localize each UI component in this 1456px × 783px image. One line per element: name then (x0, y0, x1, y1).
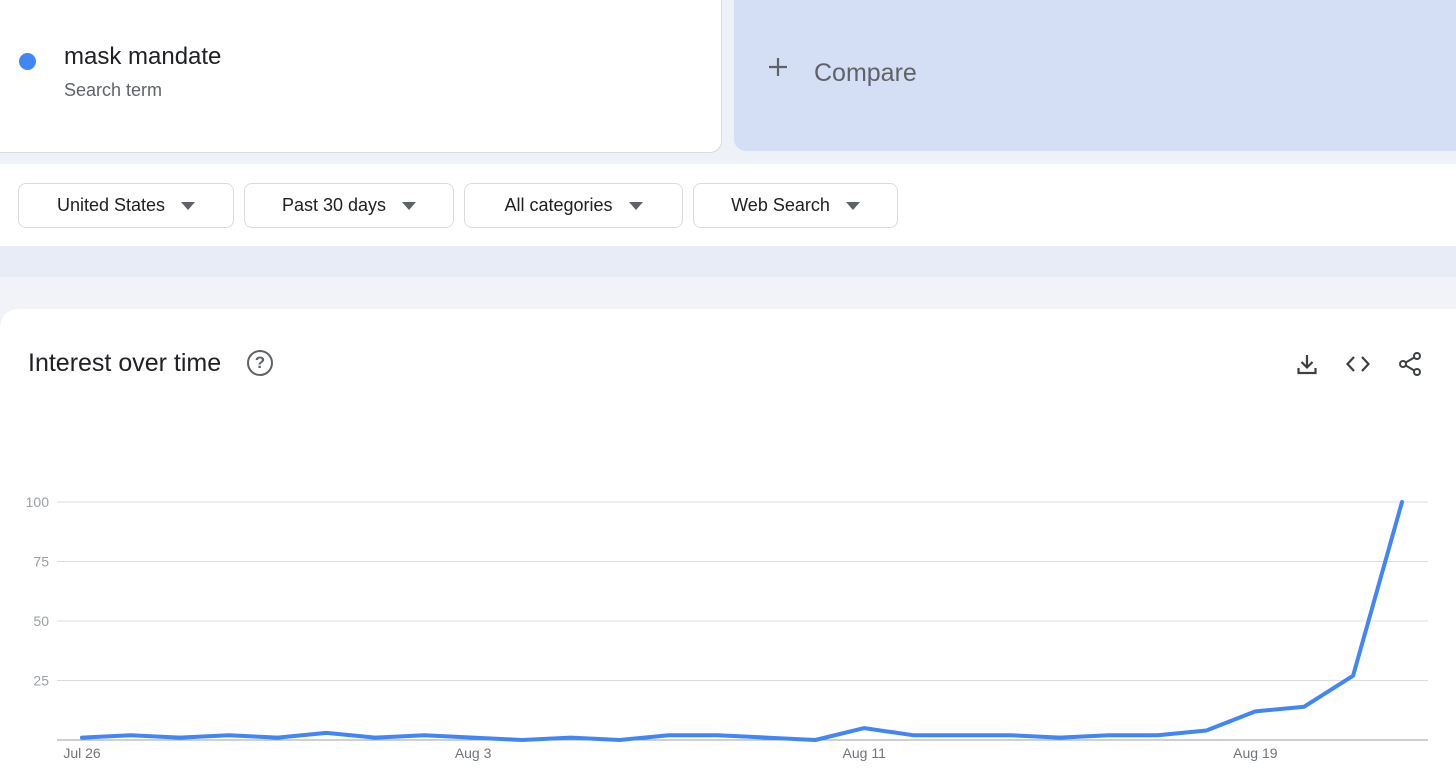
x-tick-label: Jul 26 (63, 745, 101, 761)
data-point[interactable] (323, 730, 329, 736)
x-tick-label: Aug 3 (455, 745, 492, 761)
search-term-card[interactable]: mask mandate Search term (0, 0, 722, 153)
caret-down-icon (402, 201, 417, 210)
compare-label: Compare (814, 59, 917, 87)
data-point[interactable] (79, 735, 85, 741)
data-point[interactable] (1350, 673, 1356, 679)
caret-down-icon (181, 201, 196, 210)
filter-property-dropdown[interactable]: Web Search (693, 183, 898, 228)
y-tick-label: 75 (33, 554, 49, 570)
data-point[interactable] (617, 737, 623, 743)
data-point[interactable] (568, 735, 574, 741)
filter-property-label: Web Search (731, 195, 830, 215)
data-point[interactable] (812, 737, 818, 743)
interest-over-time-card: Interest over time ? 25 50 75 100 Jul 26 Aug … (0, 309, 1456, 783)
data-point[interactable] (226, 732, 232, 738)
x-tick-label: Aug 19 (1233, 745, 1278, 761)
filter-category-label: All categories (504, 195, 613, 215)
data-point[interactable] (470, 735, 476, 741)
data-point[interactable] (421, 732, 427, 738)
data-point[interactable] (1057, 735, 1063, 741)
data-point[interactable] (1203, 727, 1209, 733)
plus-icon (767, 54, 789, 84)
caret-down-icon (628, 201, 643, 210)
data-point[interactable] (715, 732, 721, 738)
data-point[interactable] (959, 732, 965, 738)
search-term-type: Search term (64, 80, 163, 100)
data-point[interactable] (275, 735, 281, 741)
data-point[interactable] (1399, 499, 1405, 505)
series-color-dot (19, 53, 36, 70)
filter-geo-label: United States (56, 195, 166, 215)
data-point[interactable] (372, 735, 378, 741)
data-point[interactable] (1252, 708, 1258, 714)
data-point[interactable] (1301, 704, 1307, 710)
compare-button[interactable]: Compare (734, 0, 1456, 151)
divider-band (0, 246, 1456, 277)
filter-time-dropdown[interactable]: Past 30 days (244, 183, 454, 228)
filter-bar: United States Past 30 days All categorie… (0, 164, 1456, 246)
y-tick-label: 50 (33, 613, 49, 629)
y-tick-label: 100 (26, 494, 50, 510)
y-tick-label: 25 (33, 673, 49, 689)
x-tick-label: Aug 11 (843, 745, 887, 761)
filter-geo-dropdown[interactable]: United States (18, 183, 234, 228)
data-point[interactable] (1106, 732, 1112, 738)
filter-category-dropdown[interactable]: All categories (464, 183, 683, 228)
data-point[interactable] (861, 725, 867, 731)
data-point[interactable] (1008, 732, 1014, 738)
interest-line-chart[interactable]: 25 50 75 100 Jul 26 Aug 3 Aug 11 Aug 19 (0, 309, 1456, 783)
data-point[interactable] (519, 737, 525, 743)
data-point[interactable] (763, 735, 769, 741)
search-term-name[interactable]: mask mandate (64, 43, 221, 71)
data-point[interactable] (666, 732, 672, 738)
caret-down-icon (845, 201, 860, 210)
filter-time-label: Past 30 days (281, 195, 387, 215)
data-point[interactable] (1155, 732, 1161, 738)
data-point[interactable] (910, 732, 916, 738)
data-point[interactable] (128, 732, 134, 738)
data-point[interactable] (177, 735, 183, 741)
